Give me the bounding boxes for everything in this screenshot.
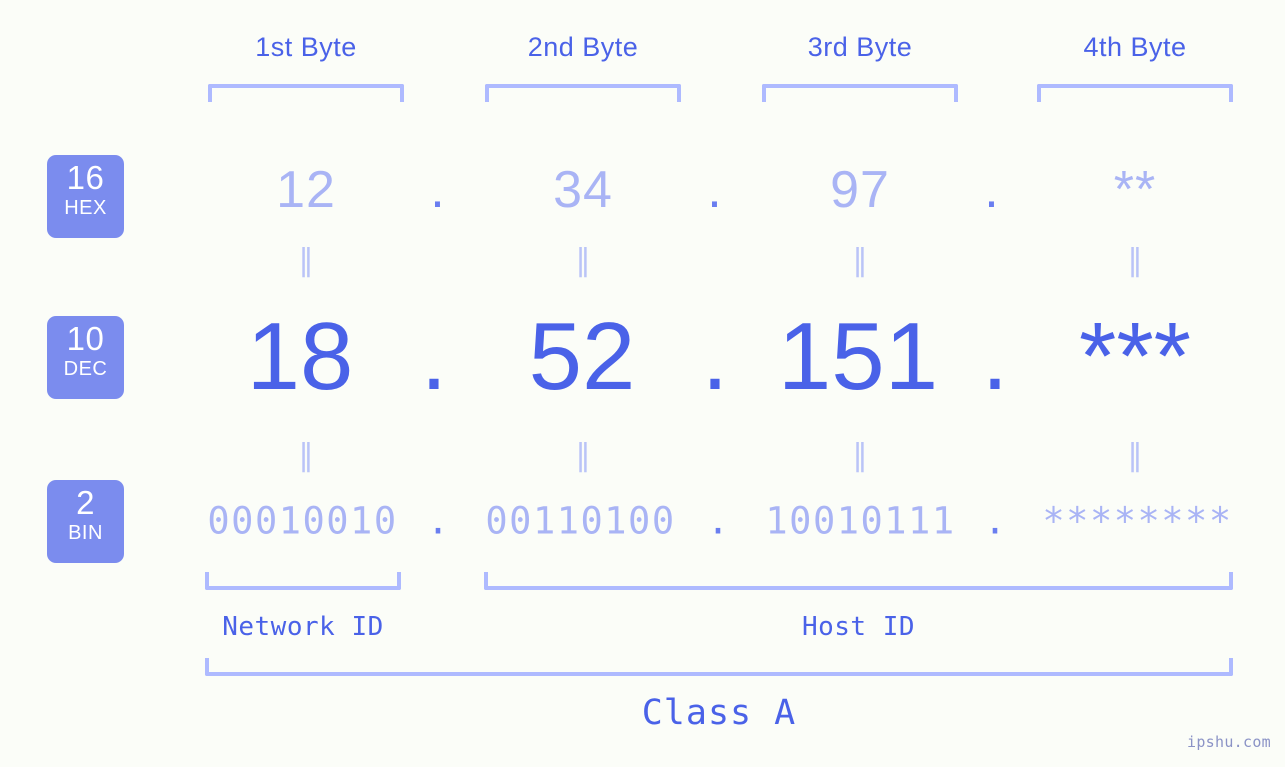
bin-byte-2: 00110100 [485,499,676,543]
byte-header-label: 2nd Byte [527,32,639,62]
bin-separator-2: . [706,499,730,543]
base-badge-hex: 16 HEX [47,155,124,238]
bin-separator-3: . [983,499,1007,543]
equals-mark-hex-dec-1: ‖ [298,243,314,278]
equals-mark-dec-bin-4: ‖ [1127,438,1143,473]
byte-bracket-top-4 [1037,84,1233,102]
equals-mark-dec-bin-1: ‖ [298,438,314,473]
dec-byte-4: *** [1078,303,1192,410]
byte-header-4: 4th Byte [1037,32,1233,63]
class-label: Class A [641,693,797,733]
byte-header-label: 4th Byte [1083,32,1187,62]
class-bracket [205,658,1233,676]
equals-mark-dec-bin-3: ‖ [852,438,868,473]
byte-header-label: 1st Byte [255,32,357,62]
dec-separator-3: . [981,303,1009,410]
hex-byte-4: ** [1113,161,1157,219]
base-badge-number: 16 [66,159,105,196]
equals-mark-dec-bin-2: ‖ [575,438,591,473]
hex-separator-2: . [707,161,723,219]
byte-bracket-top-3 [762,84,958,102]
dec-separator-2: . [701,303,729,410]
dec-byte-1: 18 [246,303,354,410]
equals-mark-hex-dec-4: ‖ [1127,243,1143,278]
base-badge-name: BIN [68,521,103,544]
bin-separator-1: . [426,499,450,543]
base-badge-name: DEC [63,357,108,380]
host-id-label: Host ID [801,612,916,642]
host-id-bracket [484,572,1233,590]
bin-byte-3: 10010111 [765,499,956,543]
dec-byte-3: 151 [777,303,939,410]
byte-header-label: 3rd Byte [807,32,913,62]
byte-header-2: 2nd Byte [485,32,681,63]
byte-header-3: 3rd Byte [762,32,958,63]
hex-byte-2: 34 [553,161,613,219]
byte-bracket-top-2 [485,84,681,102]
hex-byte-1: 12 [276,161,336,219]
network-id-bracket [205,572,401,590]
base-badge-number: 2 [76,484,95,521]
hex-separator-3: . [984,161,1000,219]
watermark: ipshu.com [1187,733,1271,751]
hex-separator-1: . [430,161,446,219]
bin-byte-1: 00010010 [207,499,398,543]
byte-bracket-top-1 [208,84,404,102]
hex-byte-3: 97 [830,161,890,219]
dec-byte-2: 52 [528,303,636,410]
base-badge-bin: 2 BIN [47,480,124,563]
dec-separator-1: . [420,303,448,410]
base-badge-name: HEX [64,196,107,219]
base-badge-number: 10 [66,320,105,357]
base-badge-dec: 10 DEC [47,316,124,399]
equals-mark-hex-dec-3: ‖ [852,243,868,278]
equals-mark-hex-dec-2: ‖ [575,243,591,278]
network-id-label: Network ID [222,612,384,642]
byte-header-1: 1st Byte [208,32,404,63]
bin-byte-4: ******** [1042,499,1233,543]
